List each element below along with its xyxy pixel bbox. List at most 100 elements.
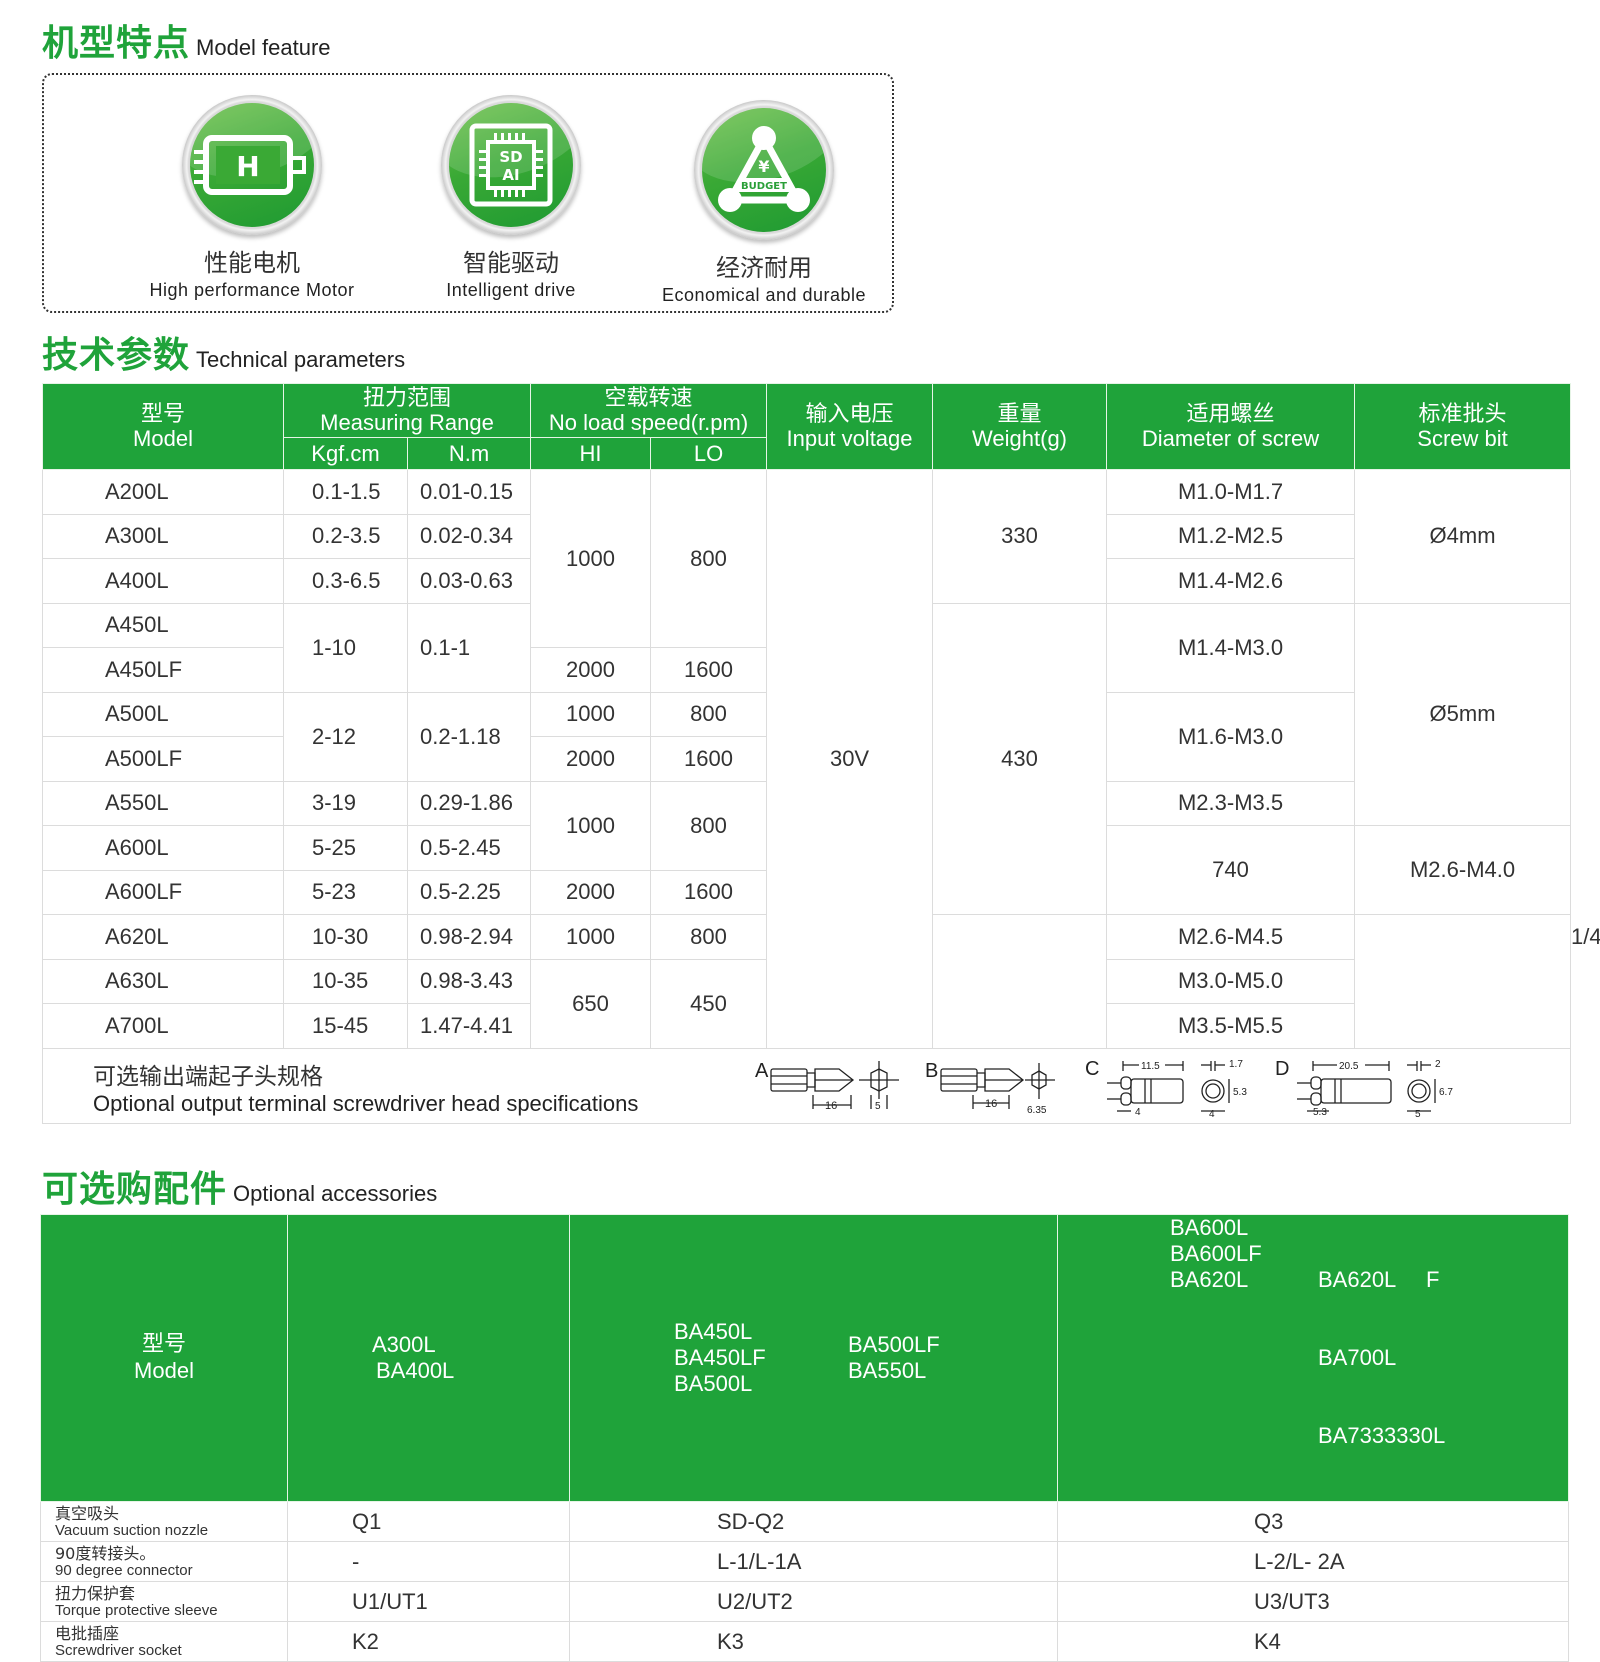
acc-cell: K3 <box>569 1621 1058 1662</box>
kgf-cell: 10-30 <box>283 914 408 960</box>
features-title-cn: 机型特点 <box>42 23 191 64</box>
acc-header-group-2: BA450L BA450LF BA500L BA500LF BA550L <box>569 1214 1058 1502</box>
model-cell: A500L <box>42 691 284 737</box>
nm-cell: 0.98-2.94 <box>406 914 532 960</box>
feature-motor-cn: 性能电机 <box>204 249 300 277</box>
head-spec-en: Optional output terminal screwdriver hea… <box>93 1090 639 1116</box>
hi-cell: 2000 <box>530 736 652 782</box>
bit-c-dim-1: 11.5 <box>1141 1061 1160 1072</box>
acc-row-label: 电批插座 Screwdriver socket <box>40 1621 288 1662</box>
acc-cell: L-1/L-1A <box>569 1541 1058 1582</box>
chip-icon: SD AI <box>469 123 553 207</box>
lo-cell: 1600 <box>650 736 768 782</box>
bit-d-dim-2: 2 <box>1435 1059 1441 1070</box>
accessories-table: 型号 Model A300L BA400L BA450L BA450LF BA5… <box>40 1214 1569 1662</box>
bit-b-label: B <box>925 1060 938 1082</box>
model-cell: A550L <box>42 780 284 826</box>
acc-header-group-1: A300L BA400L <box>287 1214 570 1502</box>
model-cell: A600L <box>42 825 284 871</box>
acc-row-screwdriver-socket: 电批插座 Screwdriver socket K2 K3 K4 <box>40 1621 1569 1662</box>
model-cell: A620L <box>42 914 284 960</box>
header-weight: 重量 Weight(g) <box>932 383 1108 470</box>
chip-icon-text-1: SD <box>499 148 522 166</box>
bit-d-dim-4: 5.3 <box>1313 1107 1327 1118</box>
hi-cell: 650 <box>530 958 652 1049</box>
acc-header-group-3: BA600L BA600LF BA620L BA620L F BA700L BA… <box>1057 1214 1569 1502</box>
table-row: A200L 0.1-1.5 0.01-0.15 1000 800 30V 330… <box>42 469 1572 1049</box>
budget-badge: ¥ BUDGET <box>694 100 834 240</box>
feature-box: H 性能电机 High performance Motor SD AI 智能驱动… <box>42 73 894 313</box>
motor-icon: H <box>194 135 306 195</box>
lo-cell: 800 <box>650 914 768 960</box>
acc-cell: K2 <box>287 1621 570 1662</box>
tech-section-title: 技术参数 Technical parameters <box>42 326 405 378</box>
acc-row-vacuum-nozzle: 真空吸头 Vacuum suction nozzle Q1 SD-Q2 Q3 <box>40 1501 1569 1542</box>
feature-economy: ¥ BUDGET 经济耐用 Economical and durable <box>614 100 914 306</box>
bit-c-dim-5: 4 <box>1209 1109 1215 1119</box>
bit-diagrams: A 16 5 B 16 6.35 C 11.5 4 1.7 5.3 4 D 20… <box>755 1058 1453 1119</box>
weight-cell: 430 <box>932 602 1108 915</box>
screw-cell: M3.0-M5.0 <box>1106 958 1356 1004</box>
lo-cell: 800 <box>650 469 768 648</box>
model-cell: A200L <box>42 469 284 515</box>
nm-cell: 0.5-2.25 <box>406 869 532 915</box>
model-cell: A500LF <box>42 736 284 782</box>
nm-cell: 1.47-4.41 <box>406 1003 532 1049</box>
bit-diagram-d: D 20.5 5.3 2 6.7 5 <box>1275 1058 1453 1119</box>
accessories-section-title: 可选购配件 Optional accessories <box>42 1160 437 1212</box>
header-lo: LO <box>650 437 768 470</box>
nm-cell: 0.1-1 <box>406 602 532 693</box>
screw-cell: M2.3-M3.5 <box>1106 780 1356 826</box>
acc-row-torque-sleeve: 扭力保护套 Torque protective sleeve U1/UT1 U2/… <box>40 1581 1569 1622</box>
bit-diagram-b: B 16 6.35 <box>925 1060 1055 1116</box>
kgf-cell: 1-10 <box>283 602 408 693</box>
lo-cell: 800 <box>650 691 768 737</box>
bit-diagram-a: A 16 5 <box>755 1060 899 1112</box>
screw-cell: M1.6-M3.0 <box>1106 691 1356 782</box>
kgf-cell: 15-45 <box>283 1003 408 1049</box>
nm-cell: 0.98-3.43 <box>406 958 532 1004</box>
acc-row-90-connector: 90度转接头。 90 degree connector - L-1/L-1A L-… <box>40 1541 1569 1582</box>
bit-c-label: C <box>1085 1058 1099 1080</box>
header-model: 型号 Model <box>42 383 284 470</box>
bit-c-dim-4: 4 <box>1135 1107 1141 1118</box>
model-cell: A300L <box>42 513 284 559</box>
hi-cell: 1000 <box>530 914 652 960</box>
lo-cell: 800 <box>650 780 768 871</box>
kgf-cell: 10-35 <box>283 958 408 1004</box>
hi-cell: 1000 <box>530 691 652 737</box>
accessories-title-en: Optional accessories <box>233 1181 438 1206</box>
motor-icon-text: H <box>236 150 259 183</box>
model-cell: A450L <box>42 602 284 648</box>
motor-badge: H <box>182 95 322 235</box>
bit-a-label: A <box>755 1060 769 1082</box>
kgf-cell: 0.3-6.5 <box>283 558 408 604</box>
screw-cell: M3.5-M5.5 <box>1106 1003 1356 1049</box>
bit-b-dim-1: 16 <box>985 1098 997 1110</box>
nm-cell: 0.2-1.18 <box>406 691 532 782</box>
bit-d-dim-1: 20.5 <box>1339 1061 1359 1072</box>
bit-cell: Ø5mm <box>1354 602 1572 826</box>
features-section-title: 机型特点 Model feature <box>42 14 331 66</box>
header-screw-bit: 标准批头 Screw bit <box>1354 383 1572 470</box>
acc-cell: Q1 <box>287 1501 570 1542</box>
bit-d-dim-5: 5 <box>1415 1109 1421 1119</box>
screw-cell: M1.2-M2.5 <box>1106 513 1356 559</box>
header-n-m: N.m <box>406 437 532 470</box>
lo-cell: 1600 <box>650 869 768 915</box>
nm-cell: 0.02-0.34 <box>406 513 532 559</box>
model-cell: A450LF <box>42 647 284 693</box>
acc-cell: U3/UT3 <box>1057 1581 1569 1622</box>
header-hi: HI <box>530 437 652 470</box>
acc-cell: - <box>287 1541 570 1582</box>
acc-cell: Q3 <box>1057 1501 1569 1542</box>
tech-title-en: Technical parameters <box>196 347 406 372</box>
bit-cell: Ø4mm <box>1354 469 1572 604</box>
nm-cell: 0.03-0.63 <box>406 558 532 604</box>
header-input-voltage: 输入电压 Input voltage <box>766 383 934 470</box>
kgf-cell: 3-19 <box>283 780 408 826</box>
acc-row-label: 真空吸头 Vacuum suction nozzle <box>40 1501 288 1542</box>
nm-cell: 0.29-1.86 <box>406 780 532 826</box>
feature-motor-en: High performance Motor <box>149 280 355 300</box>
header-kgf-cm: Kgf.cm <box>283 437 408 470</box>
